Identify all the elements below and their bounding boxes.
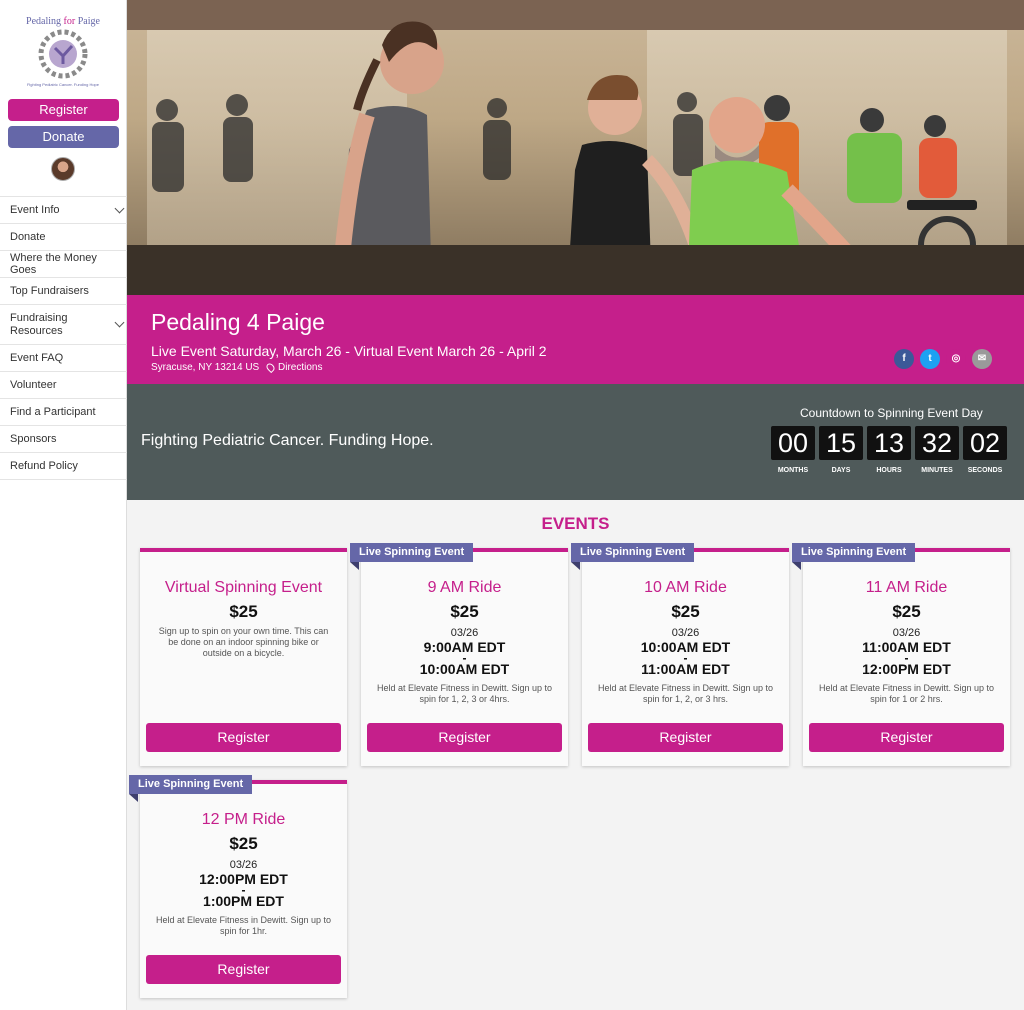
event-description: Held at Elevate Fitness in Dewitt. Sign … (376, 683, 553, 704)
event-price: $25 (229, 602, 258, 621)
event-end-time: 10:00AM EDT (419, 661, 510, 677)
sidebar-item-event-info[interactable]: Event Info (0, 197, 127, 224)
sidebar-item-label: Event FAQ (10, 352, 64, 364)
event-price: $25 (892, 602, 921, 621)
event-card-9am: Live Spinning Event 9 AM Ride $25 03/26 … (350, 543, 568, 766)
hero-image (127, 0, 1024, 295)
event-date: 03/26 (671, 627, 700, 639)
event-ribbon: Live Spinning Event (350, 543, 474, 570)
event-date: 03/26 (229, 859, 258, 871)
event-description: Held at Elevate Fitness in Dewitt. Sign … (597, 683, 774, 704)
register-button[interactable]: Register (367, 723, 562, 752)
event-ribbon: Live Spinning Event (792, 543, 916, 570)
sidebar-item-label: Donate (10, 231, 46, 243)
event-price: $25 (671, 602, 700, 621)
countdown-days-label: DAYS (831, 467, 851, 474)
sidebar-item-refund-policy[interactable]: Refund Policy (0, 453, 127, 480)
event-card-11am: Live Spinning Event 11 AM Ride $25 03/26… (792, 543, 1010, 766)
sidebar-item-label: Fundraising Resources (10, 311, 68, 337)
sidebar-item-label: Top Fundraisers (10, 285, 89, 297)
register-button[interactable]: Register (588, 723, 783, 752)
register-button[interactable]: Register (146, 723, 341, 752)
svg-text:Pedaling for Paige: Pedaling for Paige (26, 16, 100, 27)
event-card-virtual: Virtual Spinning Event $25 Sign up to sp… (140, 548, 347, 766)
countdown-months: 00 (771, 426, 815, 460)
event-name: Virtual Spinning Event (164, 579, 323, 596)
countdown-title: Countdown to Spinning Event Day (800, 406, 983, 420)
svg-text:Fighting Pediatric Cancer. Fun: Fighting Pediatric Cancer. Funding Hope (27, 82, 100, 87)
sidebar-donate-button[interactable]: Donate (8, 126, 119, 148)
countdown-seconds: 02 (963, 426, 1007, 460)
sidebar-item-label: Where the Money Goes (10, 252, 97, 276)
countdown-section: Fighting Pediatric Cancer. Funding Hope.… (127, 384, 1024, 500)
register-button[interactable]: Register (146, 955, 341, 984)
logo[interactable]: Pedaling for Paige Fighting Pediatric Ca… (22, 12, 104, 90)
countdown-minutes: 32 (915, 426, 959, 460)
event-ribbon: Live Spinning Event (571, 543, 695, 570)
event-end-time: 12:00PM EDT (862, 661, 951, 677)
event-location: Syracuse, NY 13214 US (151, 362, 260, 373)
countdown-seconds-label: SECONDS (967, 467, 1003, 474)
event-price: $25 (450, 602, 479, 621)
events-heading: EVENTS (541, 514, 610, 533)
chevron-down-icon[interactable] (114, 203, 125, 214)
sidebar-item-find-participant[interactable]: Find a Participant (0, 399, 127, 426)
event-end-time: 11:00AM EDT (641, 661, 730, 677)
sidebar-item-volunteer[interactable]: Volunteer (0, 372, 127, 399)
instagram-icon[interactable]: ◎ (946, 349, 966, 369)
sidebar-item-label: Find a Participant (10, 406, 96, 418)
sidebar-item-fundraising-resources[interactable]: Fundraising Resources (0, 305, 127, 345)
event-description: Held at Elevate Fitness in Dewitt. Sign … (155, 915, 332, 936)
event-card-12pm: Live Spinning Event 12 PM Ride $25 03/26… (129, 775, 347, 998)
event-name: 10 AM Ride (644, 579, 727, 596)
event-name: 12 PM Ride (201, 811, 286, 828)
sidebar-item-top-fundraisers[interactable]: Top Fundraisers (0, 278, 127, 305)
countdown-minutes-label: MINUTES (921, 467, 953, 474)
chevron-down-icon[interactable] (114, 317, 125, 328)
event-end-time: 1:00PM EDT (203, 893, 284, 909)
facebook-icon[interactable]: f (894, 349, 914, 369)
sidebar-item-event-faq[interactable]: Event FAQ (0, 345, 127, 372)
sidebar-nav: Event Info Donate Where the Money Goes T… (0, 196, 127, 480)
event-ribbon: Live Spinning Event (129, 775, 253, 802)
hero-floor (127, 245, 1024, 295)
event-date: 03/26 (892, 627, 921, 639)
event-card-10am: Live Spinning Event 10 AM Ride $25 03/26… (571, 543, 789, 766)
event-name: 9 AM Ride (427, 579, 502, 596)
countdown-days: 15 (819, 426, 863, 460)
countdown-hours-label: HOURS (876, 467, 902, 474)
twitter-icon[interactable]: t (920, 349, 940, 369)
tagline: Fighting Pediatric Cancer. Funding Hope. (141, 432, 434, 449)
avatar[interactable] (51, 157, 75, 181)
event-description: Held at Elevate Fitness in Dewitt. Sign … (818, 683, 995, 704)
page: Pedaling for Paige Fighting Pediatric Ca… (0, 0, 1024, 1010)
event-date: 03/26 (450, 627, 479, 639)
sidebar: Pedaling for Paige Fighting Pediatric Ca… (0, 0, 127, 1010)
countdown-months-label: MONTHS (777, 467, 809, 474)
sidebar-item-where-money-goes[interactable]: Where the Money Goes (0, 251, 127, 278)
directions-label: Directions (278, 362, 323, 373)
countdown-hours: 13 (867, 426, 911, 460)
sidebar-item-label: Refund Policy (10, 460, 78, 472)
sidebar-item-donate[interactable]: Donate (0, 224, 127, 251)
register-button[interactable]: Register (809, 723, 1004, 752)
event-banner: Pedaling 4 Paige Live Event Saturday, Ma… (127, 295, 1024, 384)
map-pin-icon (264, 361, 277, 374)
event-description: Sign up to spin on your own time. This c… (158, 626, 329, 658)
sidebar-item-sponsors[interactable]: Sponsors (0, 426, 127, 453)
sidebar-item-label: Event Info (10, 204, 60, 216)
sidebar-item-label: Volunteer (10, 379, 57, 391)
event-dates: Live Event Saturday, March 26 - Virtual … (151, 343, 547, 359)
event-price: $25 (229, 834, 258, 853)
event-title: Pedaling 4 Paige (151, 309, 325, 335)
directions-link[interactable]: Directions (264, 361, 323, 374)
email-icon[interactable]: ✉ (972, 349, 992, 369)
sidebar-register-button[interactable]: Register (8, 99, 119, 121)
sidebar-item-label: Sponsors (10, 433, 57, 445)
event-name: 11 AM Ride (865, 579, 948, 596)
